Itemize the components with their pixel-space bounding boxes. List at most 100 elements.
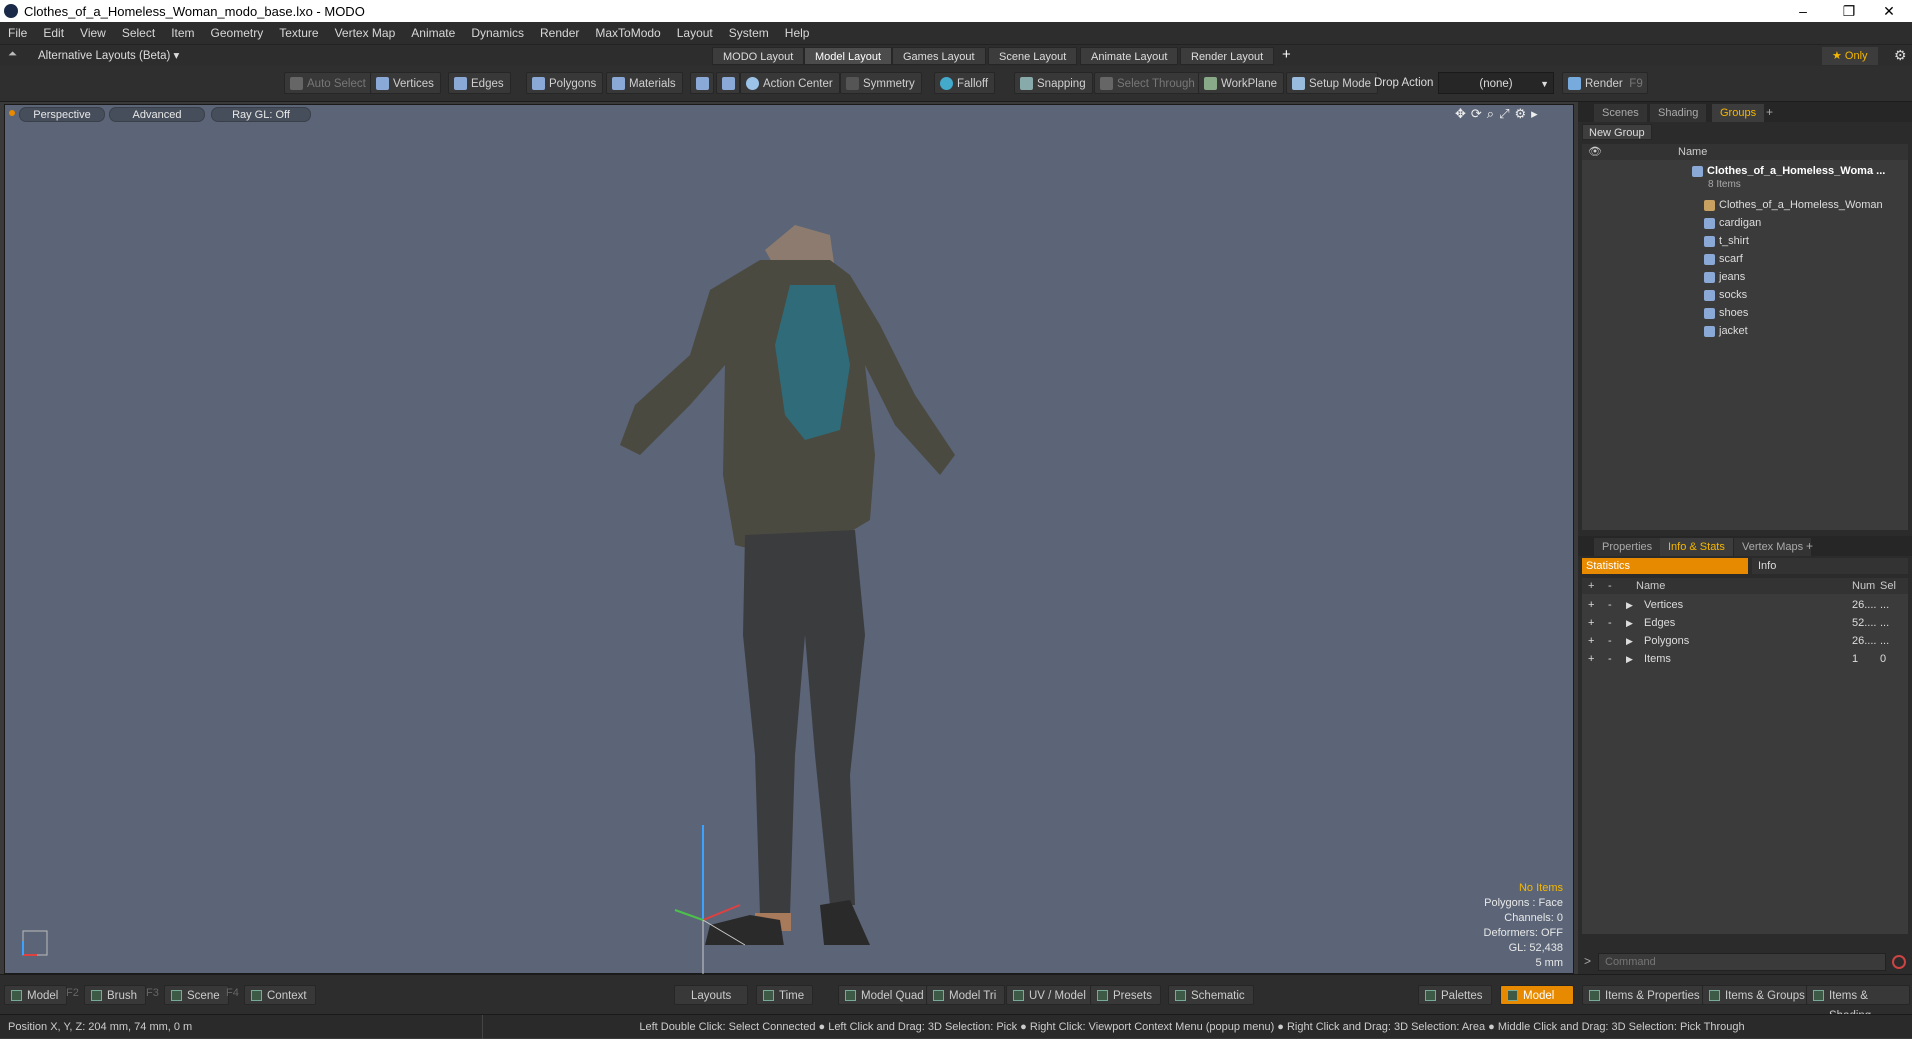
tree-item[interactable]: scarf — [1582, 250, 1908, 268]
expand-arrow-icon[interactable]: ▶ — [1626, 650, 1633, 668]
palettes-button[interactable]: Palettes — [1418, 985, 1492, 1005]
model-mode-button[interactable]: Model — [4, 985, 68, 1005]
menu-select[interactable]: Select — [114, 22, 163, 44]
minimize-button[interactable]: – — [1780, 0, 1826, 22]
raygl-button[interactable]: Ray GL: Off — [211, 107, 311, 122]
uv-model-button[interactable]: UV / Model — [1006, 985, 1095, 1005]
menu-file[interactable]: File — [0, 22, 35, 44]
brush-mode-button[interactable]: Brush — [84, 985, 147, 1005]
presets-button[interactable]: Presets — [1090, 985, 1161, 1005]
collapse-icon[interactable]: ⏶ — [8, 48, 17, 61]
viewport-menu-icon[interactable] — [9, 110, 15, 116]
collapse-all-icon[interactable]: - — [1608, 578, 1612, 594]
vertices-button[interactable]: Vertices — [370, 72, 441, 94]
menu-system[interactable]: System — [721, 22, 777, 44]
time-button[interactable]: Time — [756, 985, 814, 1005]
menu-vertex-map[interactable]: Vertex Map — [327, 22, 404, 44]
tab-render-layout[interactable]: Render Layout — [1180, 47, 1275, 65]
schematic-button[interactable]: Schematic — [1168, 985, 1254, 1005]
menu-view[interactable]: View — [72, 22, 114, 44]
item-mode-button[interactable] — [690, 72, 714, 94]
statistics-tab[interactable]: Statistics — [1582, 558, 1748, 574]
falloff-button[interactable]: Falloff — [934, 72, 996, 94]
tree-item[interactable]: t_shirt — [1582, 232, 1908, 250]
add-tab-button[interactable]: + — [1806, 539, 1813, 553]
render-button[interactable]: Render F9 — [1562, 72, 1648, 94]
expand-arrow-icon[interactable]: ▶ — [1626, 596, 1633, 614]
close-button[interactable]: ✕ — [1866, 0, 1912, 22]
model-tri-button[interactable]: Model Tri — [926, 985, 1006, 1005]
tab-properties[interactable]: Properties — [1594, 538, 1661, 556]
mesh-icon — [1704, 307, 1715, 319]
setup-mode-button[interactable]: Setup Mode — [1286, 72, 1379, 94]
table-row[interactable]: + - ▶ Items 1 0 — [1582, 650, 1908, 668]
viewport-nav-icons[interactable]: ✥⟳⌕⤢⚙▸ — [1455, 106, 1543, 122]
command-input[interactable] — [1598, 953, 1886, 971]
tree-item[interactable]: jacket — [1582, 322, 1908, 340]
tree-item[interactable]: shoes — [1582, 304, 1908, 322]
tab-vertex-maps[interactable]: Vertex Maps — [1734, 538, 1812, 556]
tab-model-layout[interactable]: Model Layout — [804, 47, 893, 65]
drop-action-select[interactable]: (none) ▼ — [1438, 72, 1554, 94]
alternative-layouts-dropdown[interactable]: Alternative Layouts (Beta) ▾ — [38, 48, 179, 62]
menu-edit[interactable]: Edit — [35, 22, 72, 44]
menu-layout[interactable]: Layout — [669, 22, 721, 44]
scene-icon — [171, 990, 182, 1001]
tab-modo-layout[interactable]: MODO Layout — [712, 47, 805, 65]
table-row[interactable]: + - ▶ Polygons 26....... — [1582, 632, 1908, 650]
scene-mode-button[interactable]: Scene — [164, 985, 229, 1005]
tab-games-layout[interactable]: Games Layout — [892, 47, 986, 65]
gear-icon[interactable]: ⚙ — [1894, 47, 1907, 64]
tab-info-stats[interactable]: Info & Stats — [1660, 538, 1733, 556]
select-through-button[interactable]: Select Through — [1094, 72, 1202, 94]
polygons-button[interactable]: Polygons — [526, 72, 604, 94]
menu-maxtomodo[interactable]: MaxToModo — [587, 22, 668, 44]
perspective-button[interactable]: Perspective — [19, 107, 105, 122]
materials-button[interactable]: Materials — [606, 72, 683, 94]
workplane-button[interactable]: WorkPlane — [1198, 72, 1285, 94]
context-button[interactable]: Context — [244, 985, 316, 1005]
action-center-button[interactable]: Action Center — [740, 72, 840, 94]
snapping-button[interactable]: Snapping — [1014, 72, 1093, 94]
only-toggle[interactable]: ★ Only — [1822, 47, 1878, 65]
expand-all-icon[interactable]: + — [1588, 578, 1594, 594]
expand-arrow-icon[interactable]: ▶ — [1626, 614, 1633, 632]
table-row[interactable]: + - ▶ Vertices 26....... — [1582, 596, 1908, 614]
menu-geometry[interactable]: Geometry — [203, 22, 272, 44]
edges-button[interactable]: Edges — [448, 72, 511, 94]
items-shading-button[interactable]: Items & Shading — [1806, 985, 1910, 1022]
3d-viewport[interactable]: Perspective Advanced Ray GL: Off ✥⟳⌕⤢⚙▸ … — [4, 104, 1574, 975]
menu-item[interactable]: Item — [163, 22, 202, 44]
add-tab-button[interactable]: + — [1766, 105, 1773, 119]
model-active-button[interactable]: Model — [1500, 985, 1574, 1005]
tree-item[interactable]: socks — [1582, 286, 1908, 304]
advanced-button[interactable]: Advanced — [109, 107, 205, 122]
add-layout-button[interactable]: + — [1282, 46, 1291, 63]
menu-dynamics[interactable]: Dynamics — [463, 22, 532, 44]
expand-arrow-icon[interactable]: ▶ — [1626, 632, 1633, 650]
new-group-button[interactable]: New Group — [1582, 124, 1652, 140]
info-tab[interactable]: Info — [1752, 558, 1908, 574]
tab-scene-layout[interactable]: Scene Layout — [988, 47, 1078, 65]
symmetry-button[interactable]: Symmetry — [840, 72, 922, 94]
record-icon[interactable] — [1892, 955, 1906, 969]
tree-item[interactable]: cardigan — [1582, 214, 1908, 232]
tab-animate-layout[interactable]: Animate Layout — [1080, 47, 1179, 65]
menu-render[interactable]: Render — [532, 22, 587, 44]
auto-select-button[interactable]: Auto Select — [284, 72, 373, 94]
tab-shading[interactable]: Shading — [1650, 104, 1707, 122]
layouts-button[interactable]: Layouts — [674, 985, 749, 1005]
pivot-mode-button[interactable] — [716, 72, 740, 94]
items-properties-button[interactable]: Items & Properties — [1582, 985, 1709, 1005]
menu-animate[interactable]: Animate — [403, 22, 463, 44]
table-row[interactable]: + - ▶ Edges 52....... — [1582, 614, 1908, 632]
model-quad-button[interactable]: Model Quad — [838, 985, 933, 1005]
tree-item[interactable]: Clothes_of_a_Homeless_Woman — [1582, 196, 1908, 214]
items-groups-button[interactable]: Items & Groups — [1702, 985, 1814, 1005]
menu-texture[interactable]: Texture — [271, 22, 326, 44]
tab-scenes[interactable]: Scenes — [1594, 104, 1647, 122]
tree-item[interactable]: jeans — [1582, 268, 1908, 286]
tab-groups[interactable]: Groups — [1712, 104, 1765, 122]
menu-help[interactable]: Help — [777, 22, 818, 44]
model-active-icon — [1507, 990, 1518, 1001]
